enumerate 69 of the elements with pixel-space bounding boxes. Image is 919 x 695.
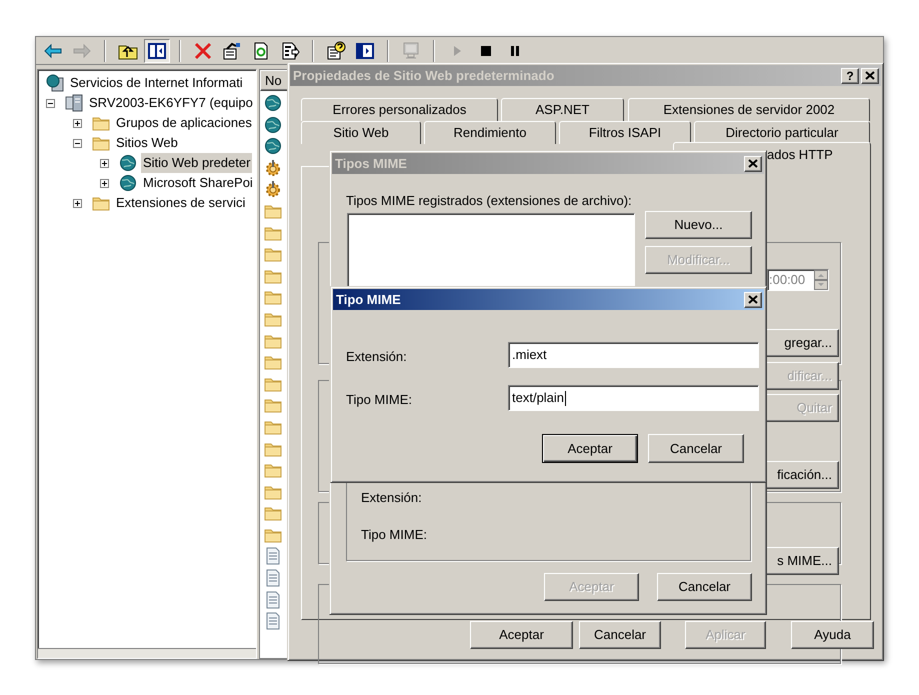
panes-icon bbox=[147, 40, 167, 60]
close-icon bbox=[748, 159, 758, 168]
field-label: Tipo MIME: bbox=[361, 526, 427, 544]
field-label: Extensión: bbox=[361, 489, 422, 507]
expand-toggle-icon[interactable] bbox=[73, 118, 82, 128]
close-icon bbox=[865, 71, 875, 80]
input-field[interactable]: text/plain bbox=[508, 385, 759, 411]
input-field[interactable]: .miext bbox=[508, 342, 759, 368]
properties-icon bbox=[222, 40, 242, 60]
tree-item[interactable]: Sitio Web predeter bbox=[141, 153, 252, 173]
gear-icon bbox=[264, 158, 282, 177]
globe-icon bbox=[264, 94, 282, 112]
document-icon bbox=[264, 612, 282, 630]
button[interactable]: Nuevo... bbox=[645, 211, 752, 239]
tab[interactable]: ASP.NET bbox=[501, 98, 624, 121]
close-button[interactable] bbox=[861, 68, 879, 84]
scrollbar[interactable] bbox=[38, 648, 256, 658]
globe-icon bbox=[119, 174, 137, 192]
console-icon bbox=[355, 40, 375, 60]
collapse-toggle-icon[interactable] bbox=[73, 138, 82, 148]
expand-toggle-icon[interactable] bbox=[73, 198, 82, 208]
expand-toggle-icon[interactable] bbox=[100, 158, 109, 168]
help-button[interactable]: ? bbox=[841, 68, 859, 84]
document-icon bbox=[264, 547, 282, 566]
globe-icon bbox=[264, 116, 282, 134]
delete-icon bbox=[193, 40, 213, 60]
button[interactable]: Aceptar bbox=[470, 621, 573, 649]
collapse-toggle-icon[interactable] bbox=[46, 98, 55, 108]
tab[interactable]: Directorio particular bbox=[694, 121, 870, 144]
button[interactable]: s MIME... bbox=[767, 547, 839, 575]
window-title: Tipo MIME bbox=[336, 290, 402, 309]
field-label: Extensión: bbox=[346, 348, 407, 366]
close-icon bbox=[748, 295, 758, 304]
export-list-icon bbox=[280, 40, 300, 60]
toolbar-button[interactable] bbox=[144, 38, 170, 62]
button[interactable]: Cancelar bbox=[657, 573, 752, 601]
time-field: :00:00 bbox=[767, 269, 829, 291]
server-globe-icon bbox=[46, 74, 64, 92]
tree-item[interactable]: Microsoft SharePoi bbox=[141, 173, 255, 193]
window-title: Tipos MIME bbox=[335, 154, 408, 173]
list-label: Tipos MIME registrados (extensiones de archivo): bbox=[346, 192, 632, 210]
close-button[interactable] bbox=[744, 292, 762, 308]
server-icon bbox=[65, 94, 83, 112]
field-label: Tipo MIME: bbox=[346, 391, 412, 409]
tree-item[interactable]: Servicios de Internet Informati bbox=[68, 73, 245, 93]
button[interactable]: Cancelar bbox=[648, 434, 744, 463]
close-button[interactable] bbox=[744, 156, 762, 172]
button[interactable]: Cancelar bbox=[579, 621, 661, 649]
help-icon bbox=[326, 40, 346, 60]
tree-item[interactable]: Grupos de aplicaciones bbox=[114, 113, 254, 133]
button[interactable]: Aceptar bbox=[542, 434, 638, 463]
tab[interactable]: Errores personalizados bbox=[301, 98, 498, 121]
tree-item[interactable]: Sitios Web bbox=[114, 133, 180, 153]
globe-icon bbox=[119, 154, 137, 172]
document-icon bbox=[264, 569, 282, 588]
button[interactable]: gregar... bbox=[767, 329, 839, 357]
tree-item[interactable]: Extensiones de servici bbox=[114, 193, 248, 213]
button[interactable]: ficación... bbox=[767, 461, 839, 489]
expand-toggle-icon[interactable] bbox=[100, 178, 109, 188]
globe-icon bbox=[264, 137, 282, 156]
gear-icon bbox=[264, 180, 282, 198]
tab[interactable]: Filtros ISAPI bbox=[559, 121, 691, 144]
document-icon bbox=[264, 590, 282, 609]
tree-item[interactable]: SRV2003-EK6YFY7 (equipo bbox=[87, 93, 255, 113]
tab[interactable]: Rendimiento bbox=[424, 121, 556, 144]
button[interactable]: Ayuda bbox=[791, 621, 874, 649]
tab[interactable]: Extensiones de servidor 2002 bbox=[628, 98, 870, 121]
tab[interactable]: Sitio Web bbox=[301, 121, 421, 144]
spin-buttons-icon bbox=[814, 270, 828, 290]
